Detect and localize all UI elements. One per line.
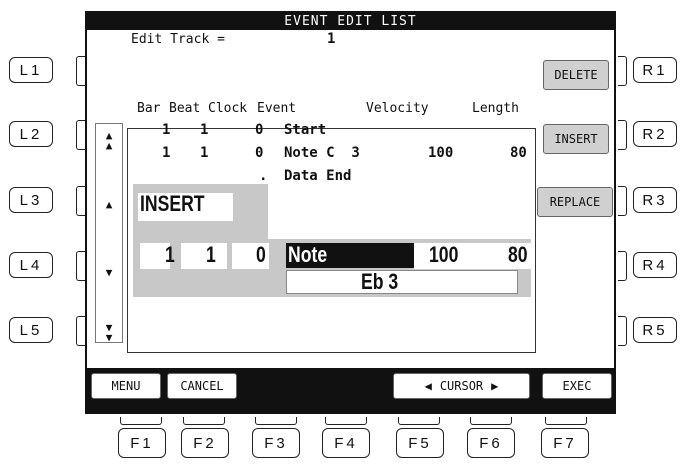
cursor-label: CURSOR: [439, 379, 484, 393]
bracket-f4: [325, 417, 367, 425]
bracket-r4: [618, 251, 627, 281]
hw-button-r1[interactable]: R1: [633, 57, 677, 83]
event-list: 1 1 0 Start 1 1 0 Note C 3 100 80 . Data…: [127, 122, 536, 353]
row-event: Note C 3: [284, 145, 360, 161]
row-clock: 0: [255, 122, 264, 138]
exec-button[interactable]: EXEC: [542, 373, 612, 399]
cursor-button[interactable]: ◀ CURSOR ▶: [393, 373, 530, 399]
row-velocity: 100: [428, 145, 454, 161]
row-length: 80: [510, 145, 527, 161]
lcd-screen: EVENT EDIT LIST Edit Track = 1 Bar Beat …: [85, 11, 616, 414]
up-arrow-icon[interactable]: ▲: [96, 199, 122, 210]
hw-button-f2[interactable]: F2: [181, 428, 229, 458]
insert-panel-title: INSERT: [140, 191, 205, 216]
row-beat: 1: [200, 122, 209, 138]
hw-button-r5[interactable]: R5: [633, 317, 677, 343]
bracket-r1: [618, 56, 627, 86]
row-clock: .: [259, 168, 268, 184]
bracket-l5: [76, 316, 85, 346]
bracket-r3: [618, 186, 627, 216]
note-value-box[interactable]: [286, 270, 518, 294]
bracket-f1: [120, 417, 162, 425]
row-event: Data End: [284, 168, 352, 184]
hw-button-l4[interactable]: L4: [9, 252, 53, 278]
insert-clock[interactable]: 0: [256, 242, 266, 268]
bracket-f2: [183, 417, 225, 425]
hw-button-r4[interactable]: R4: [633, 252, 677, 278]
insert-beat-box[interactable]: [181, 243, 227, 269]
down-arrow-icon[interactable]: ▼: [96, 267, 122, 278]
col-header-beat: Beat: [169, 101, 201, 116]
insert-beat[interactable]: 1: [206, 242, 216, 268]
col-header-velocity: Velocity: [366, 101, 429, 116]
row-bar: 1: [162, 145, 171, 161]
hw-button-l1[interactable]: L1: [9, 57, 53, 83]
insert-velocity[interactable]: 100: [429, 242, 458, 268]
insert-event[interactable]: Note: [288, 242, 327, 268]
col-header-clock: Clock: [208, 101, 248, 116]
insert-bar[interactable]: 1: [165, 242, 175, 268]
hw-button-f5[interactable]: F5: [396, 428, 444, 458]
bracket-f5: [398, 417, 440, 425]
bracket-r5: [618, 316, 627, 346]
double-up-arrow-icon[interactable]: ▲ ▲: [96, 130, 122, 151]
right-triangle-icon: ▶: [491, 379, 499, 393]
scroll-column: ▲ ▲ ▲ ▼ ▼ ▼: [95, 123, 123, 343]
bracket-f7: [545, 417, 587, 425]
hw-button-f3[interactable]: F3: [252, 428, 300, 458]
screen-title: EVENT EDIT LIST: [87, 13, 614, 30]
hw-button-l3[interactable]: L3: [9, 187, 53, 213]
bracket-l4: [76, 251, 85, 281]
cancel-button[interactable]: CANCEL: [167, 373, 237, 399]
hw-button-r3[interactable]: R3: [633, 187, 677, 213]
replace-button[interactable]: REPLACE: [537, 187, 613, 217]
col-header-bar: Bar: [137, 101, 161, 116]
edit-track-value[interactable]: 1: [327, 31, 335, 47]
bracket-f6: [470, 417, 512, 425]
row-beat: 1: [200, 145, 209, 161]
row-clock: 0: [255, 145, 264, 161]
hw-button-f6[interactable]: F6: [467, 428, 515, 458]
double-down-arrow-icon[interactable]: ▼ ▼: [96, 322, 122, 343]
edit-track-label: Edit Track =: [131, 32, 225, 47]
bracket-l2: [76, 120, 85, 150]
hw-button-l2[interactable]: L2: [9, 121, 53, 147]
bracket-f3: [255, 417, 297, 425]
delete-button[interactable]: DELETE: [543, 60, 609, 90]
hw-button-f1[interactable]: F1: [118, 428, 166, 458]
row-bar: 1: [162, 122, 171, 138]
hw-button-r2[interactable]: R2: [633, 121, 677, 147]
row-event: Start: [284, 122, 327, 138]
bracket-l3: [76, 186, 85, 216]
hw-button-f4[interactable]: F4: [322, 428, 370, 458]
hw-button-l5[interactable]: L5: [9, 317, 53, 343]
insert-button[interactable]: INSERT: [543, 124, 609, 154]
col-header-length: Length: [472, 101, 519, 116]
left-triangle-icon: ◀: [424, 379, 432, 393]
col-header-event: Event: [257, 101, 297, 116]
note-value[interactable]: Eb 3: [361, 269, 398, 295]
bracket-r2: [618, 120, 627, 150]
insert-length[interactable]: 80: [508, 242, 528, 268]
hw-button-f7[interactable]: F7: [541, 428, 589, 458]
menu-button[interactable]: MENU: [91, 373, 161, 399]
bracket-l1: [76, 56, 85, 86]
